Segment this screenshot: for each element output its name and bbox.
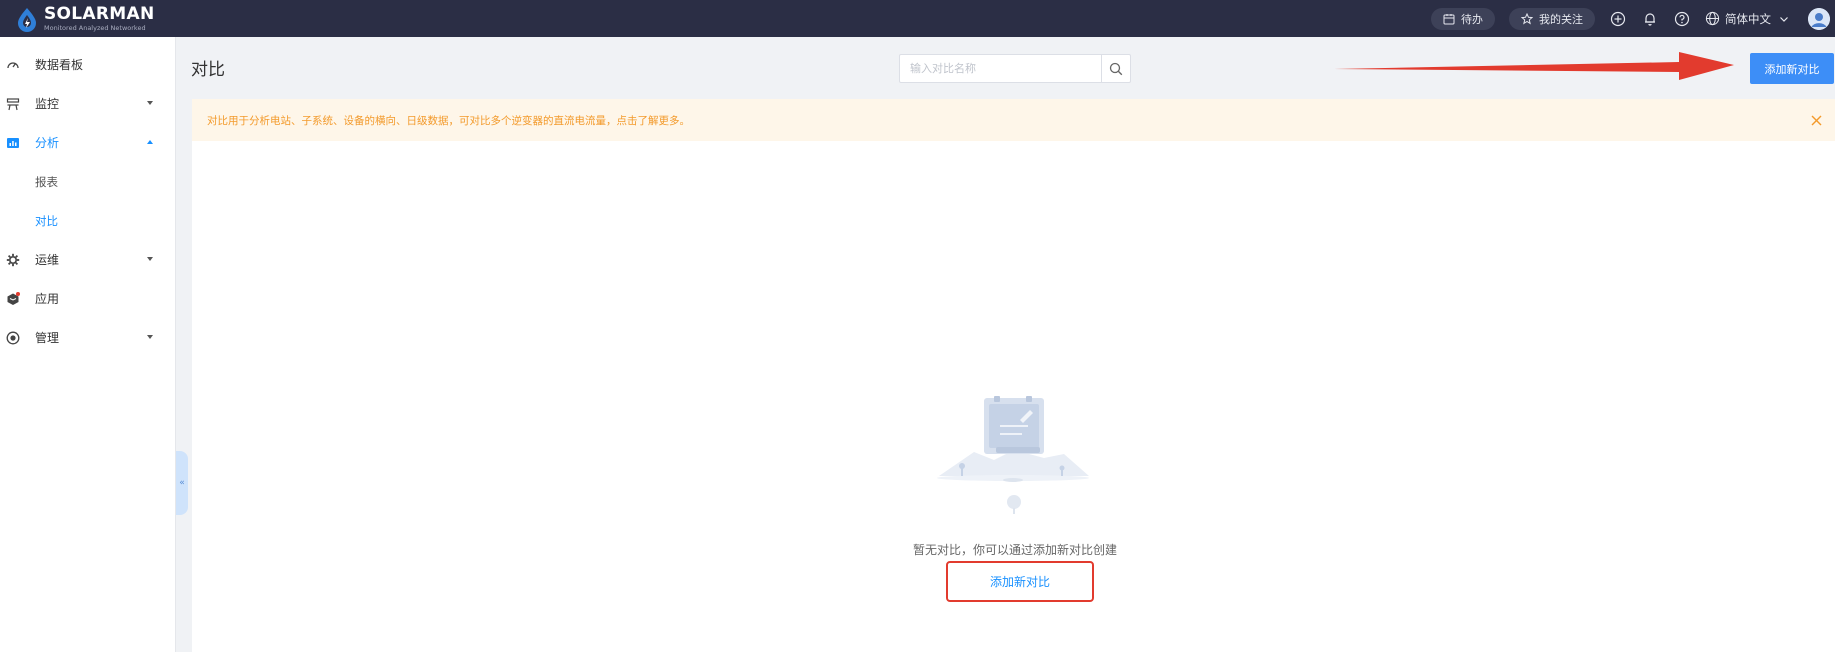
sidebar-item-analysis[interactable]: 分析 [0,123,175,162]
todo-label: 待办 [1461,12,1483,26]
sidebar-collapse-toggle[interactable]: « [176,451,188,515]
empty-state-illustration [937,396,1089,514]
gear-icon [6,253,20,267]
empty-add-comparison-link[interactable]: 添加新对比 [946,561,1094,602]
add-circle-icon[interactable] [1609,10,1627,28]
annotation-arrow [1334,52,1734,80]
language-selector[interactable]: 简体中文 [1705,11,1794,27]
add-comparison-button[interactable]: 添加新对比 [1750,53,1834,84]
close-icon[interactable] [1809,113,1823,127]
sidebar-item-label: 监控 [35,97,60,111]
solarman-logo-icon [18,7,36,32]
chevron-down-icon [147,257,153,261]
sidebar-subitem-compare[interactable]: 对比 [0,201,175,240]
my-follow-label: 我的关注 [1539,12,1583,26]
collapse-left-icon: « [179,478,185,488]
sidebar-item-monitor[interactable]: 监控 [0,84,175,123]
user-avatar[interactable] [1808,7,1830,30]
chevron-down-icon [147,335,153,339]
help-icon[interactable] [1673,10,1691,28]
gauge-icon [6,58,20,72]
chevron-up-icon [147,140,153,144]
target-icon [6,331,20,345]
app-cube-icon [6,291,20,306]
logo[interactable]: SOLARMAN Monitored Analyzed Networked [14,3,155,32]
notice-text[interactable]: 对比用于分析电站、子系统、设备的横向、日级数据，可对比多个逆变器的直流电流量，点… [207,113,690,128]
calendar-icon [1443,13,1455,24]
user-icon [1808,7,1830,30]
bell-icon[interactable] [1641,10,1659,28]
globe-icon [1705,11,1720,26]
sidebar-item-dashboard[interactable]: 数据看板 [0,45,175,84]
info-notice: 对比用于分析电站、子系统、设备的横向、日级数据，可对比多个逆变器的直流电流量，点… [192,99,1835,141]
chevron-down-icon [1780,16,1788,22]
search-box [899,54,1131,83]
sidebar-item-label: 管理 [35,331,60,345]
brand-name: SOLARMAN [44,3,155,24]
sidebar-item-label: 数据看板 [35,58,84,72]
sidebar: 数据看板 监控 分析 报表 对比 运维 应用 管理 [0,37,176,652]
sidebar-item-label: 报表 [35,174,58,189]
sidebar-item-label: 应用 [35,292,60,306]
sidebar-item-maintenance[interactable]: 运维 [0,240,175,279]
sidebar-item-label: 对比 [35,213,58,228]
chart-icon [6,136,20,150]
empty-state-text: 暂无对比，你可以通过添加新对比创建 [912,543,1117,557]
top-bar: SOLARMAN Monitored Analyzed Networked 待办… [0,0,1835,37]
my-follow-button[interactable]: 我的关注 [1509,7,1595,30]
brand-tagline: Monitored Analyzed Networked [44,23,146,32]
search-input[interactable] [900,55,1101,82]
todo-button[interactable]: 待办 [1431,7,1495,30]
sidebar-item-manage[interactable]: 管理 [0,318,175,357]
star-icon [1521,12,1533,24]
sidebar-item-label: 分析 [35,136,60,150]
search-icon [1109,62,1123,75]
language-label: 简体中文 [1725,11,1771,26]
sidebar-subitem-report[interactable]: 报表 [0,162,175,201]
sidebar-item-label: 运维 [35,253,60,267]
search-button[interactable] [1101,55,1130,82]
sidebar-item-apps[interactable]: 应用 [0,279,175,318]
chevron-down-icon [147,101,153,105]
page-title: 对比 [191,60,225,80]
monitor-icon [6,97,20,111]
